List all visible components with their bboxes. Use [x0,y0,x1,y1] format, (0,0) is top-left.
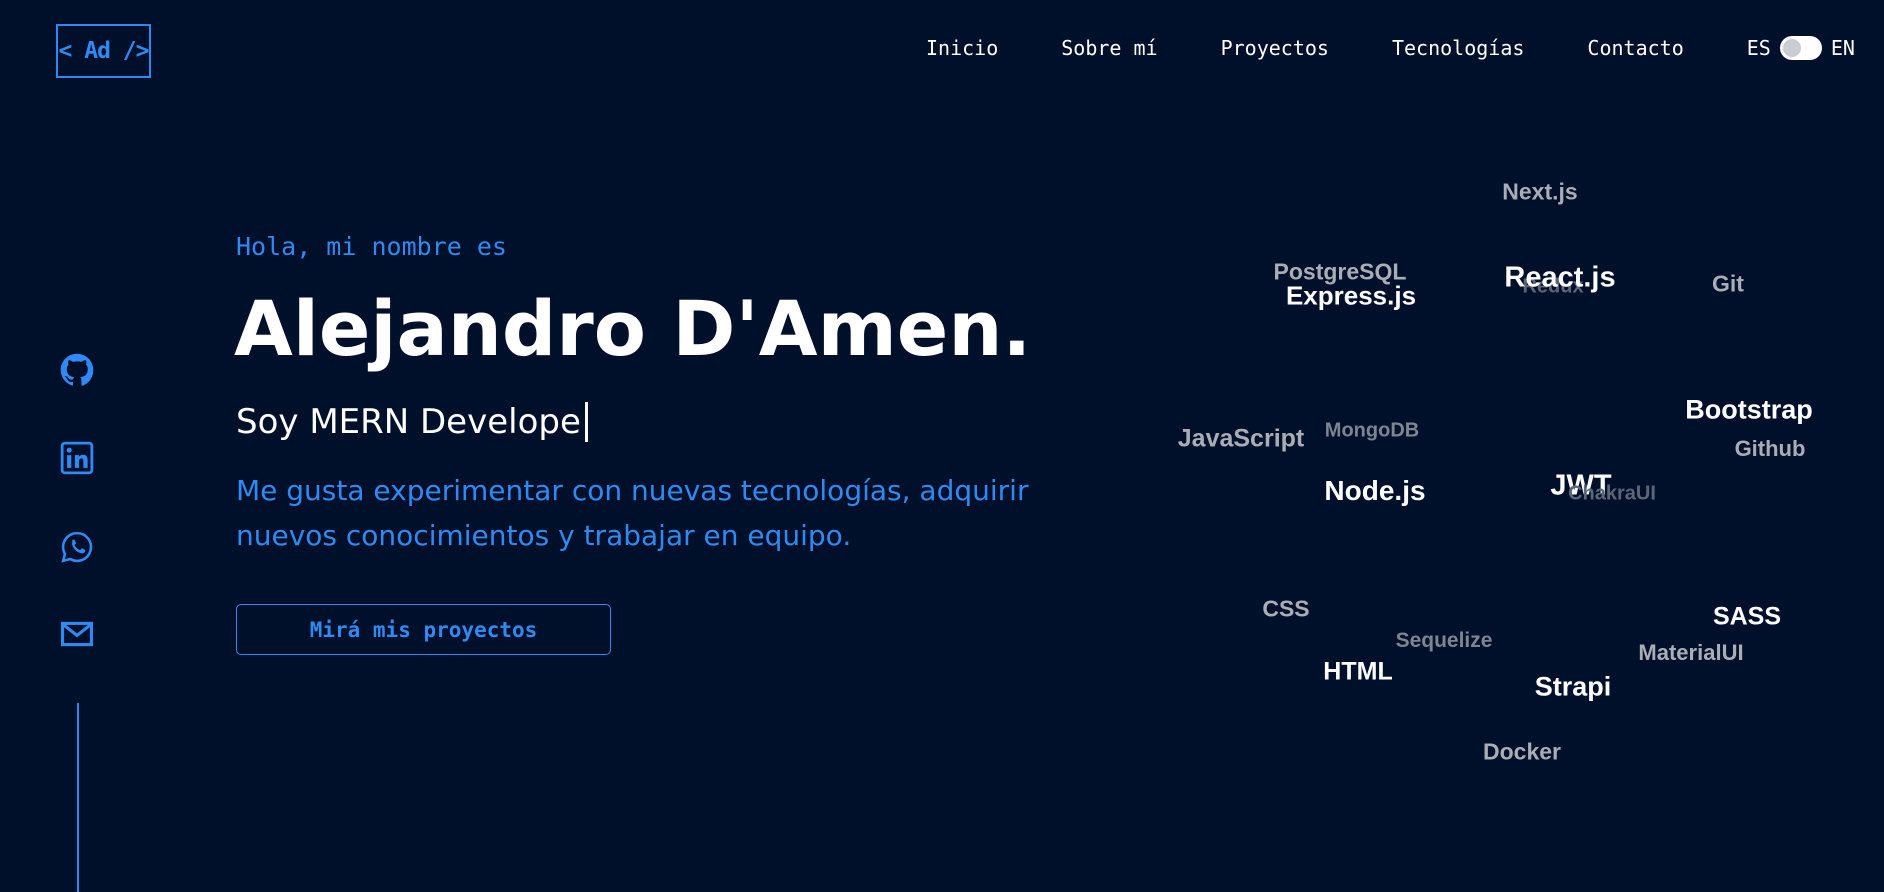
nav-sobre-mi[interactable]: Sobre mí [1061,36,1157,60]
tech-tag-next-js: Next.js [1502,178,1578,205]
hero-name: Alejandro D'Amen. [234,284,1032,373]
tech-tag-github: Github [1734,436,1806,461]
nav-tecnologias[interactable]: Tecnologías [1392,36,1524,60]
tech-tag-git: Git [1712,270,1744,297]
tech-tag-jwt: JWT [1550,469,1612,502]
tech-tag-mongodb: MongoDB [1324,419,1420,442]
logo[interactable]: < Ad /> [56,24,151,78]
tech-tag-redux: Redux [1522,275,1584,298]
whatsapp-icon[interactable] [60,530,96,564]
hero-role: Soy MERN Develope [236,402,588,442]
view-projects-button[interactable]: Mirá mis proyectos [236,604,611,655]
tech-tag-bootstrap: Bootstrap [1685,394,1813,425]
main-nav: Inicio Sobre mí Proyectos Tecnologías Co… [926,36,1855,60]
hero-description: Me gusta experimentar con nuevas tecnolo… [236,474,1029,552]
github-icon[interactable] [60,353,96,387]
tech-tag-javascript: JavaScript [1177,424,1305,453]
tech-tag-node-js: Node.js [1324,475,1426,506]
linkedin-icon[interactable] [60,441,96,475]
role-text: Soy MERN Develope [236,402,581,442]
language-switch: ES EN [1747,36,1855,60]
tech-tag-docker: Docker [1483,738,1561,765]
tech-tag-postgresql: PostgreSQL [1273,258,1407,285]
tech-cloud: Next.js PostgreSQL Express.js Redux React.js… [0,0,1884,892]
nav-contacto[interactable]: Contacto [1587,36,1683,60]
greeting: Hola, mi nombre es [236,232,507,261]
tech-tag-materialui: MaterialUI [1638,640,1744,665]
tech-tag-strapi: Strapi [1534,671,1612,702]
nav-proyectos[interactable]: Proyectos [1221,36,1329,60]
sidebar-line [77,703,79,892]
tech-tag-sequelize: Sequelize [1395,629,1493,652]
tech-tag-express-js: Express.js [1285,280,1417,311]
tech-tag-css: CSS [1262,595,1310,622]
toggle-knob [1782,39,1801,57]
lang-en-label: EN [1830,36,1855,60]
tech-tag-react-js: React.js [1504,261,1616,294]
lang-es-label: ES [1746,36,1771,60]
tech-tag-chakraui: ChakraUI [1568,482,1656,505]
language-toggle[interactable] [1779,36,1822,60]
tech-tag-html: HTML [1323,657,1393,686]
nav-inicio[interactable]: Inicio [926,36,998,60]
typing-caret [584,402,588,442]
tech-tag-sass: SASS [1712,602,1782,631]
mail-icon[interactable] [60,617,96,651]
